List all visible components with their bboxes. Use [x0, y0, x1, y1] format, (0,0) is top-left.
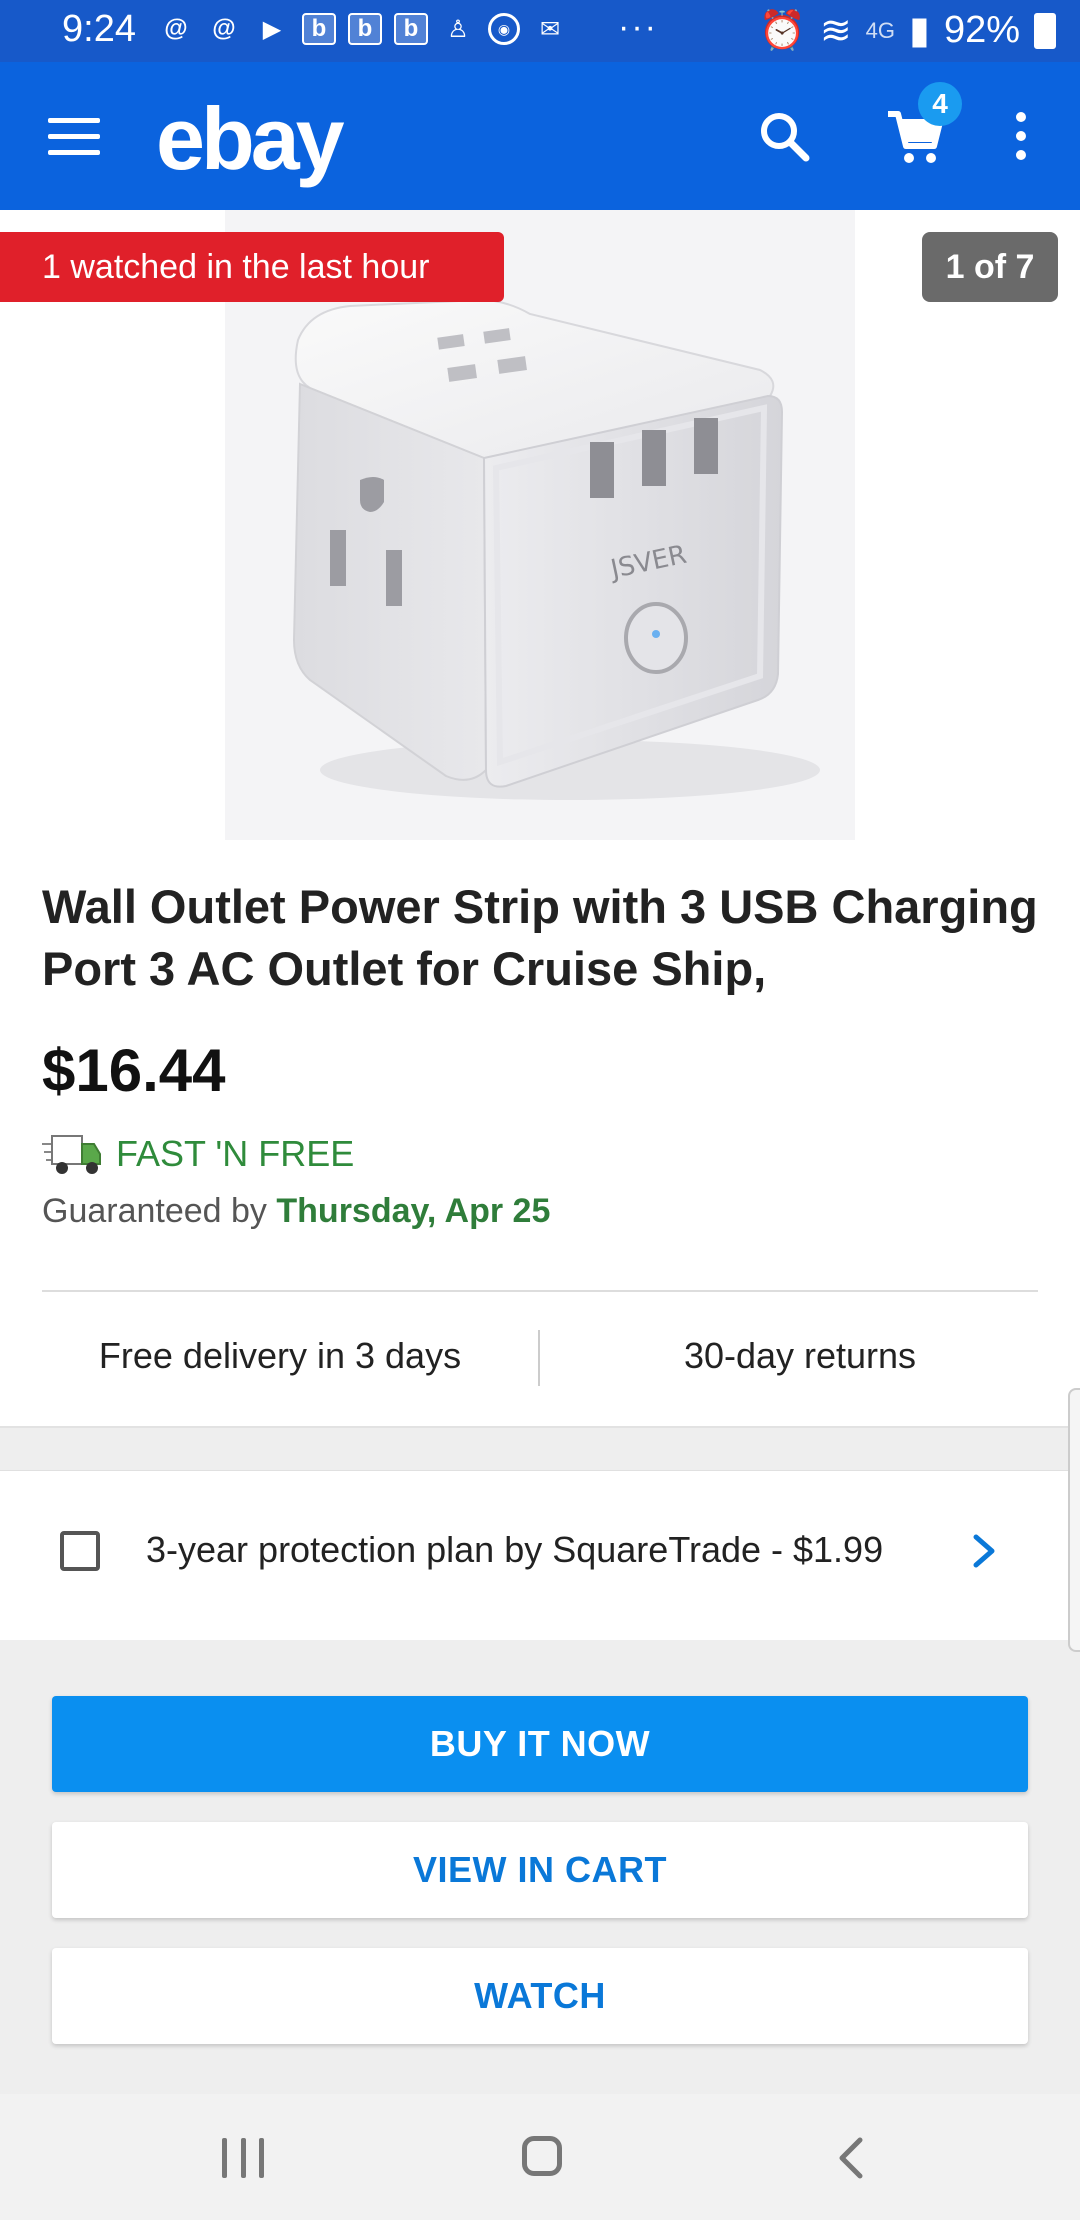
- ebay-logo[interactable]: ebay: [156, 88, 345, 190]
- product-image-carousel[interactable]: JSVER 1 watched in the last hour 1 of 7: [0, 210, 1080, 840]
- feature-separator: [538, 1330, 540, 1386]
- gmail-icon: ✉: [539, 15, 561, 43]
- scrollbar[interactable]: [1068, 1388, 1080, 1652]
- threads-icon: @: [164, 15, 188, 42]
- b-icon: b: [348, 13, 382, 45]
- menu-icon[interactable]: [48, 118, 100, 156]
- back-icon[interactable]: [836, 2136, 866, 2180]
- wifi-icon: ≋: [819, 10, 852, 52]
- guarantee-date: Thursday, Apr 25: [276, 1192, 551, 1230]
- divider: [42, 1290, 1038, 1292]
- protection-plan-label: 3-year protection plan by SquareTrade - …: [146, 1529, 884, 1570]
- status-right: ⏰ ≋ 4G ▮ 92%: [758, 8, 1056, 53]
- cart-count-badge: 4: [918, 82, 962, 126]
- alarm-icon: ⏰: [758, 9, 806, 52]
- view-in-cart-button[interactable]: VIEW IN CART: [52, 1822, 1028, 1918]
- app-bar: ebay 4: [0, 62, 1080, 210]
- youtube-icon: ▶: [262, 15, 282, 43]
- b-icon: b: [394, 13, 428, 45]
- shipping-info: FAST 'N FREE: [42, 1132, 354, 1176]
- network-type: 4G: [865, 17, 896, 43]
- battery-icon: [1034, 12, 1056, 49]
- b-icon: b: [302, 13, 336, 45]
- navigation-bar: [0, 2094, 1080, 2220]
- buy-it-now-button[interactable]: BUY IT NOW: [52, 1696, 1028, 1792]
- more-notifications-icon: ···: [618, 8, 658, 46]
- image-counter: 1 of 7: [922, 232, 1058, 302]
- protection-plan-checkbox[interactable]: [60, 1531, 100, 1571]
- more-options-icon[interactable]: [1008, 112, 1034, 166]
- section-spacer: [0, 1426, 1080, 1472]
- status-time: 9:24: [62, 8, 136, 50]
- guarantee-prefix: Guaranteed by: [42, 1192, 277, 1230]
- notification-icons: @ @ ▶ b b b ♙ ◉ ✉: [158, 12, 568, 46]
- signal-icon: ▮: [909, 10, 930, 52]
- product-price: $16.44: [42, 1037, 226, 1104]
- watchers-banner: 1 watched in the last hour: [0, 232, 504, 302]
- wsop-icon: ◉: [488, 13, 520, 45]
- returns-feature: 30-day returns: [683, 1335, 917, 1376]
- search-icon[interactable]: [758, 110, 810, 162]
- home-icon[interactable]: [522, 2136, 562, 2176]
- battery-percent: 92%: [943, 9, 1020, 51]
- product-image[interactable]: JSVER: [270, 300, 870, 810]
- free-delivery-feature: Free delivery in 3 days: [98, 1335, 462, 1376]
- chevron-right-icon[interactable]: [968, 1531, 1000, 1571]
- threads-icon: @: [212, 15, 236, 42]
- truck-icon: [42, 1135, 101, 1174]
- fast-n-free-label: FAST 'N FREE: [116, 1133, 355, 1174]
- protection-plan-row[interactable]: 3-year protection plan by SquareTrade - …: [0, 1470, 1080, 1642]
- product-title: Wall Outlet Power Strip with 3 USB Charg…: [42, 880, 1038, 995]
- recents-icon[interactable]: [222, 2138, 264, 2178]
- accessibility-icon: ♙: [447, 15, 469, 43]
- watch-button[interactable]: WATCH: [52, 1948, 1028, 2044]
- status-bar: 9:24 @ @ ▶ b b b ♙ ◉ ✉ ··· ⏰ ≋ 4G ▮ 92%: [0, 0, 1080, 62]
- delivery-guarantee: Guaranteed by Thursday, Apr 25: [42, 1192, 550, 1231]
